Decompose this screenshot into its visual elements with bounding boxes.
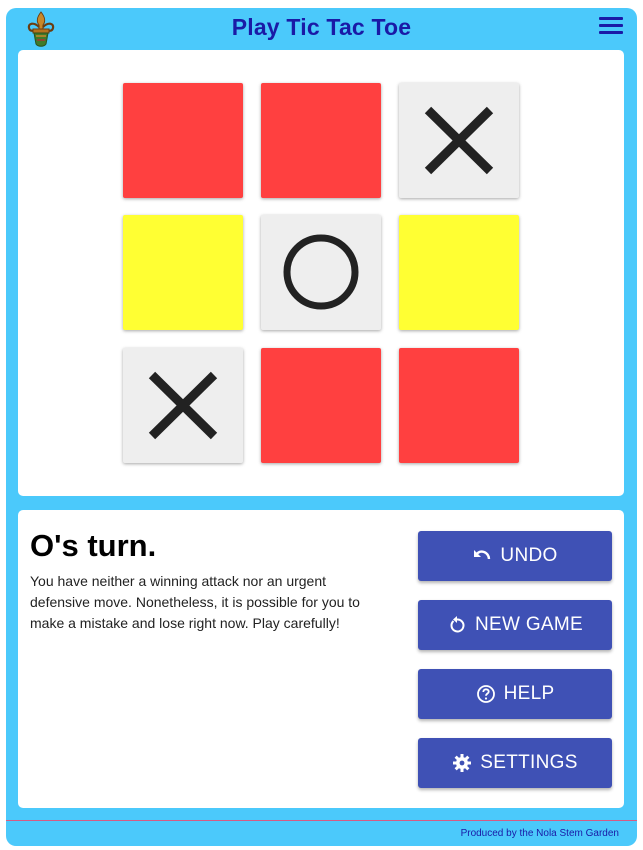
- game-board: [123, 83, 521, 465]
- x-mark: [148, 371, 218, 440]
- board-cell-3-2[interactable]: [261, 348, 381, 463]
- settings-label: SETTINGS: [480, 752, 578, 773]
- help-circle-icon: [476, 684, 496, 704]
- turn-indicator: O's turn.: [30, 528, 157, 563]
- board-cell-1-3[interactable]: [399, 83, 519, 198]
- board-cell-2-3[interactable]: [399, 215, 519, 330]
- board-cell-2-1[interactable]: [123, 215, 243, 330]
- board-cell-3-3[interactable]: [399, 348, 519, 463]
- board-cell-2-2[interactable]: [261, 215, 381, 330]
- board-cell-1-1[interactable]: [123, 83, 243, 198]
- help-button[interactable]: HELP: [418, 669, 612, 719]
- board-cell-1-2[interactable]: [261, 83, 381, 198]
- x-mark: [424, 106, 494, 175]
- settings-button[interactable]: SETTINGS: [418, 738, 612, 788]
- board-panel: [18, 50, 624, 496]
- status-panel: O's turn. You have neither a winning att…: [18, 510, 624, 808]
- undo-label: UNDO: [500, 545, 558, 566]
- move-hint: You have neither a winning attack nor an…: [30, 573, 360, 631]
- help-label: HELP: [503, 683, 555, 704]
- board-cell-3-1[interactable]: [123, 348, 243, 463]
- footer-credit: Produced by the Nola Stem Garden: [460, 828, 619, 839]
- header: Play Tic Tac Toe: [6, 8, 637, 48]
- gear-icon: [452, 753, 472, 773]
- page-title: Play Tic Tac Toe: [231, 14, 412, 40]
- hamburger-menu-icon[interactable]: [599, 17, 623, 39]
- footer-divider: [6, 820, 637, 821]
- undo-button[interactable]: UNDO: [418, 531, 612, 581]
- app-frame: Play Tic Tac Toe O's turn. You have neit…: [6, 8, 637, 846]
- restart-icon: [447, 615, 467, 635]
- undo-icon: [472, 546, 492, 566]
- o-mark: [283, 234, 359, 310]
- new-game-label: NEW GAME: [475, 614, 583, 635]
- new-game-button[interactable]: NEW GAME: [418, 600, 612, 650]
